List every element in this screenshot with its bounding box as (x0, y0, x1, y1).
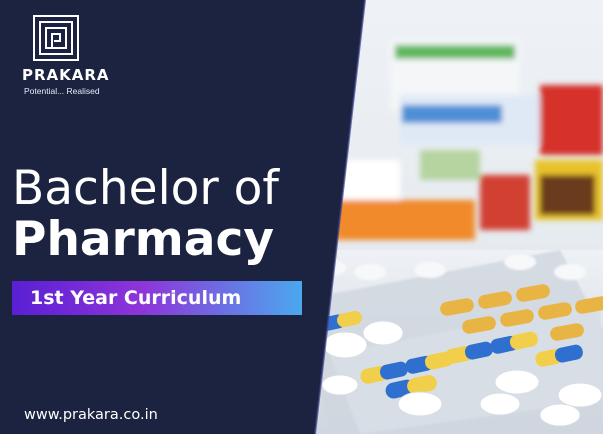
subtitle-text: 1st Year Curriculum (30, 287, 242, 309)
prakara-logo: PRAKARA Potential... Realised (22, 14, 112, 100)
subtitle-ribbon: 1st Year Curriculum (12, 281, 302, 315)
website-url[interactable]: www.prakara.co.in (24, 407, 158, 423)
title-line-2: Pharmacy (12, 212, 274, 267)
title-line-1: Bachelor of (12, 161, 279, 216)
brand-tagline: Potential... Realised (24, 86, 100, 96)
maze-logo-icon (33, 15, 79, 61)
brand-name: PRAKARA (22, 66, 110, 84)
